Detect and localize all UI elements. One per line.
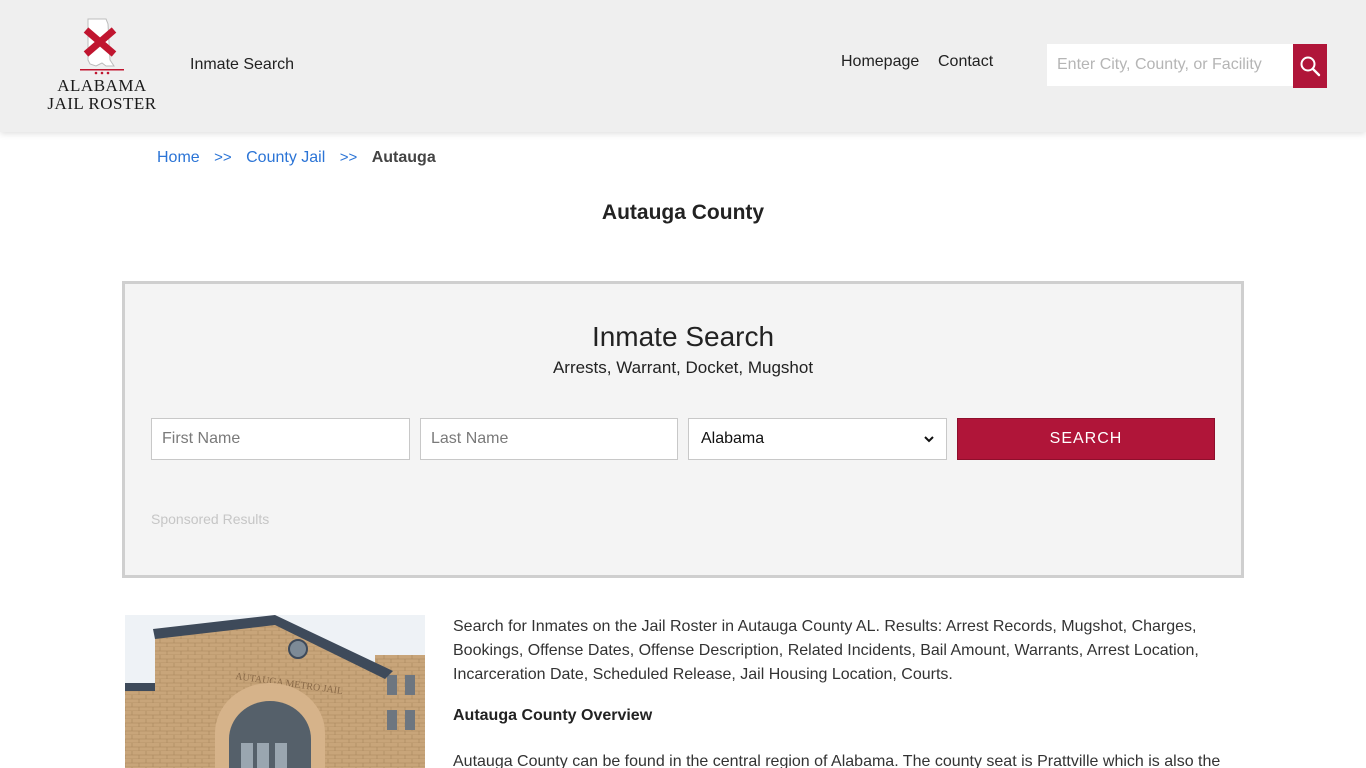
site-logo[interactable]: ALABAMA JAIL ROSTER	[44, 16, 160, 116]
inmate-search-button[interactable]: SEARCH	[957, 418, 1215, 460]
sponsored-results-label: Sponsored Results	[151, 511, 270, 527]
logo-line-2: JAIL ROSTER	[47, 94, 157, 113]
alabama-flag-logo-icon	[80, 18, 124, 75]
facility-search-button[interactable]	[1293, 44, 1327, 88]
site-header: ALABAMA JAIL ROSTER Inmate Search Homepa…	[0, 0, 1366, 132]
nav-homepage-link[interactable]: Homepage	[841, 53, 919, 71]
breadcrumb-separator: >>	[339, 149, 358, 166]
breadcrumb-county-jail-link[interactable]: County Jail	[246, 149, 325, 166]
state-select-value: Alabama	[701, 430, 765, 447]
breadcrumb: Home >> County Jail >> Autauga	[157, 149, 436, 167]
facility-search-input[interactable]	[1047, 44, 1293, 86]
breadcrumb-home-link[interactable]: Home	[157, 149, 200, 166]
breadcrumb-current: Autauga	[371, 149, 436, 166]
logo-line-1: ALABAMA	[57, 76, 147, 95]
inmate-search-title: Inmate Search	[591, 321, 775, 352]
magnifier-icon	[1300, 56, 1321, 77]
overview-heading: Autauga County Overview	[453, 707, 653, 724]
chevron-down-icon	[924, 436, 934, 443]
inmate-search-panel: Inmate Search Arrests, Warrant, Docket, …	[122, 281, 1244, 578]
nav-contact-link[interactable]: Contact	[938, 53, 993, 71]
breadcrumb-separator: >>	[214, 149, 232, 166]
nav-inmate-search-link[interactable]: Inmate Search	[190, 56, 294, 74]
jail-building-photo: AUTAUGA METRO JAIL	[125, 615, 425, 768]
first-name-input[interactable]	[151, 418, 410, 460]
page-title: Autauga County	[601, 201, 765, 224]
overview-paragraph: Autauga County can be found in the centr…	[453, 753, 1221, 768]
intro-paragraph: Search for Inmates on the Jail Roster in…	[453, 618, 1199, 683]
inmate-search-subtitle: Arrests, Warrant, Docket, Mugshot	[552, 358, 814, 377]
state-select[interactable]: Alabama	[688, 418, 947, 460]
last-name-input[interactable]	[420, 418, 678, 460]
